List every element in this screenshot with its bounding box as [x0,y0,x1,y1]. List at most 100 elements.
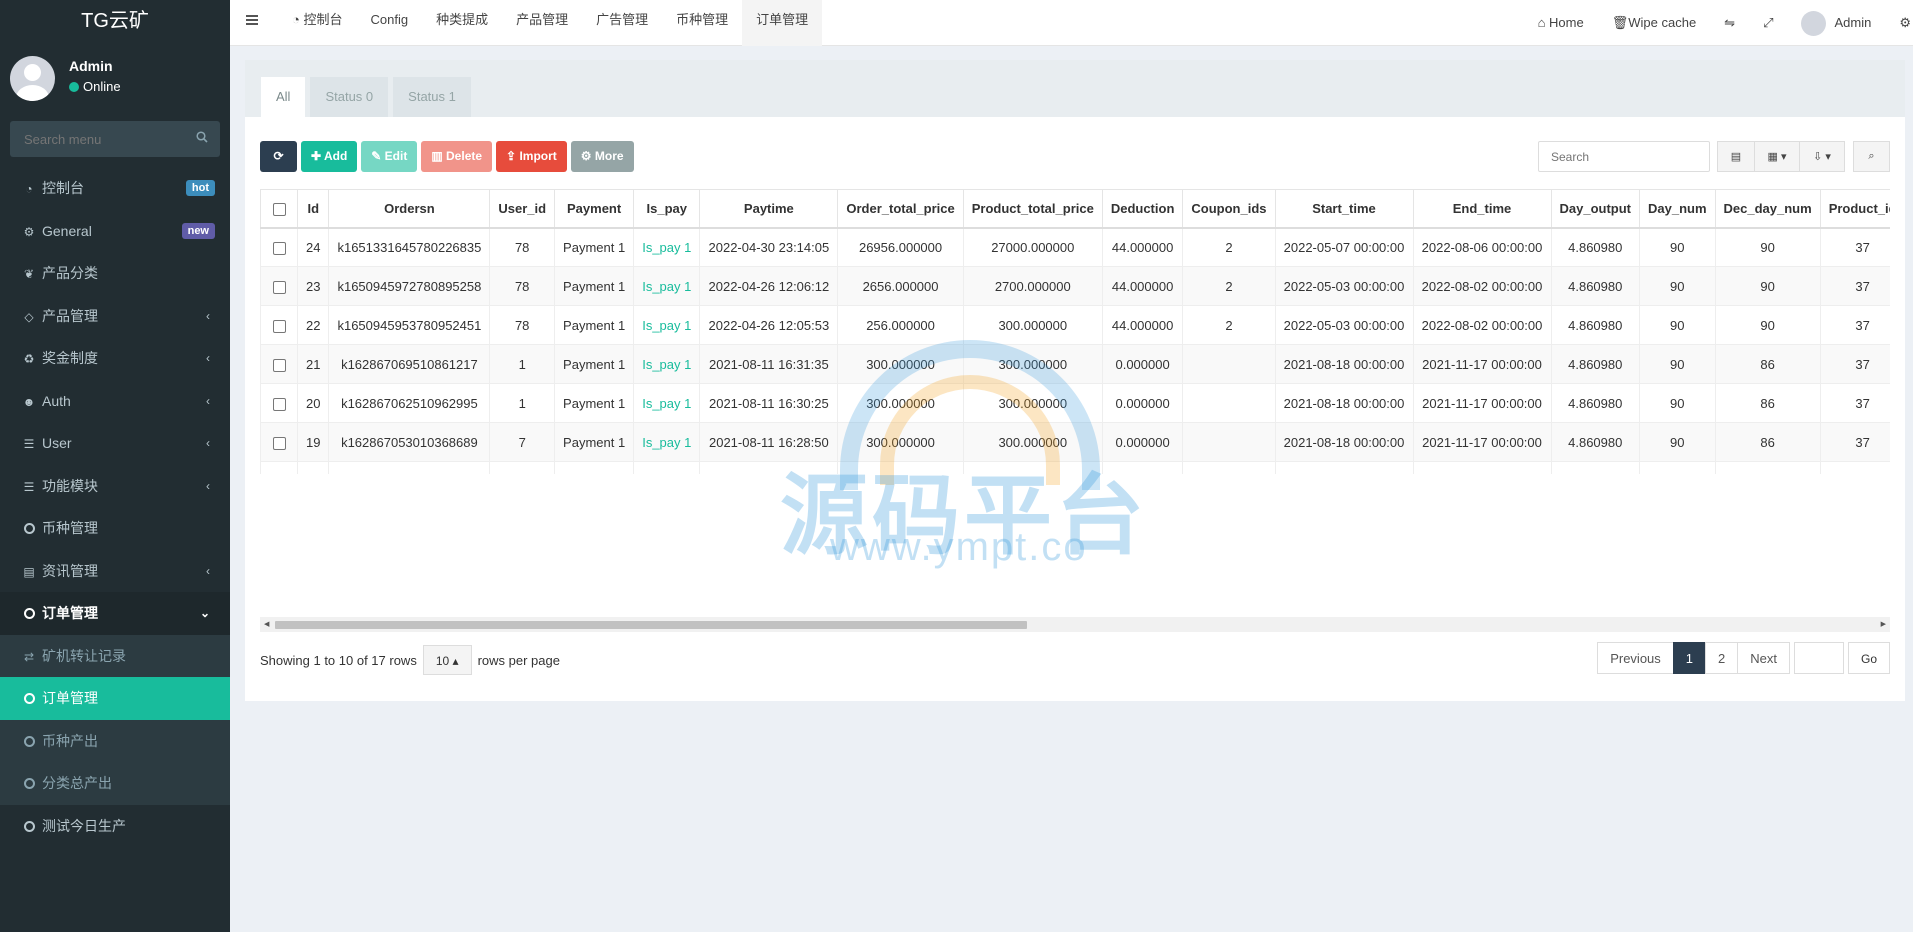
scroll-thumb[interactable] [275,621,1027,629]
page-2-button[interactable]: 2 [1705,642,1739,674]
tab-orders[interactable]: 订单管理 [742,0,823,46]
wipe-cache-button[interactable]: 🗑︎Wipe cache [1598,3,1710,43]
sidebar-item-modules[interactable]: ☰ 功能模块 ‹ [0,465,230,508]
table-row[interactable]: 18k1628670485102539777Payment 1Is_pay 12… [260,461,1890,474]
table-row[interactable]: 20 k162867062510962995 1 Payment 1 Is_pay 12… [260,383,1890,423]
tab-products[interactable]: 产品管理 [502,0,582,46]
refresh-button[interactable]: ⟳ [260,141,297,172]
table-cell: 20 [296,383,330,423]
tab-status-0[interactable]: Status 0 [310,77,389,117]
chevron-left-icon: ‹ [206,436,210,450]
sidebar-subitem-orders[interactable]: 订单管理 [0,677,230,720]
sidebar-item-orders[interactable]: 订单管理 ⌄ [0,592,230,635]
table-cell[interactable]: Is_pay 1 [633,227,701,267]
column-header[interactable]: End_time [1412,189,1552,229]
table-search-input[interactable] [1538,141,1710,172]
horizontal-scrollbar[interactable]: ◀ ▶ [260,617,1890,632]
row-checkbox[interactable] [272,397,286,411]
column-header[interactable]: User_id [489,189,556,229]
table-row[interactable]: 21 k162867069510861217 1 Payment 1 Is_pay 12… [260,344,1890,384]
select-all-checkbox[interactable] [272,202,286,216]
sidebar-item-test-production[interactable]: 测试今日生产 [0,805,230,848]
column-header[interactable]: Day_output [1550,189,1640,229]
sidebar-subitem-currency-output[interactable]: 币种产出 [0,719,230,762]
sidebar-item-product-manage[interactable]: ◇ 产品管理 ‹ [0,295,230,338]
chevron-left-icon: ‹ [206,308,210,323]
user-status: Online [69,79,121,94]
row-checkbox[interactable] [272,436,286,450]
tab-ads[interactable]: 广告管理 [582,0,662,46]
table-cell[interactable]: Is_pay 1 [633,266,701,306]
sidebar-search-input[interactable] [10,121,180,157]
sidebar-item-news[interactable]: ▤ 资讯管理 ‹ [0,550,230,593]
table-cell[interactable]: Is_pay 1 [633,422,701,462]
delete-button[interactable]: ▥ Delete [421,141,493,172]
page-1-button[interactable]: 1 [1672,642,1707,674]
tab-all[interactable]: All [261,77,306,117]
add-button[interactable]: ✚ Add [301,141,358,172]
scroll-left-icon[interactable]: ◀ [264,620,269,628]
table-row[interactable]: 24 k1651331645780226835 78 Payment 1 Is_pay … [260,227,1890,267]
row-checkbox[interactable] [272,280,286,294]
import-button[interactable]: ⇪ Import [496,141,567,172]
table-cell: 90 [1639,344,1716,384]
menu-toggle-icon[interactable] [246,15,258,25]
column-header[interactable]: Ordersn [328,189,491,229]
column-header[interactable]: Start_time [1274,189,1414,229]
table-row[interactable]: 22 k1650945953780952451 78 Payment 1 Is_pay … [260,305,1890,345]
edit-button[interactable]: ✎ Edit [361,141,418,172]
table-row[interactable]: 23 k1650945972780895258 78 Payment 1 Is_pay … [260,266,1890,306]
row-checkbox[interactable] [272,358,286,372]
more-button[interactable]: ⚙ More [570,141,634,172]
settings-icon[interactable]: ⚙ [1885,3,1913,43]
language-icon[interactable]: ⇋ [1710,3,1749,43]
column-header[interactable]: Day_num [1639,189,1716,229]
sidebar-item-currency[interactable]: 币种管理 [0,507,230,550]
previous-page-button[interactable]: Previous [1597,642,1674,674]
column-header[interactable]: Deduction [1101,189,1184,229]
table-cell[interactable]: Is_pay 1 [633,461,701,474]
column-header[interactable]: Id [296,189,330,229]
tab-dashboard[interactable]: ◔ 控制台 [278,0,356,46]
page-jump-input[interactable] [1793,642,1844,674]
next-page-button[interactable]: Next [1737,642,1790,674]
column-header[interactable]: Payment [554,189,635,229]
column-header[interactable]: Is_pay [633,189,701,229]
tab-config[interactable]: Config [356,0,422,46]
column-header[interactable]: Order_total_price [837,189,964,229]
search-icon[interactable] [196,131,208,143]
go-button[interactable]: Go [1847,642,1890,674]
table-row[interactable]: 19 k162867053010368689 7 Payment 1 Is_pay 12… [260,422,1890,462]
column-header[interactable]: Dec_day_num [1714,189,1821,229]
page-size-dropdown[interactable]: 10 ▴ [422,645,472,675]
scroll-right-icon[interactable]: ▶ [1881,620,1886,628]
toggle-view-button[interactable]: ▤ [1717,141,1755,172]
sidebar-item-dashboard[interactable]: ◔ 控制台 hot [0,167,230,210]
fullscreen-icon[interactable]: ⤢ [1749,3,1787,43]
home-link[interactable]: ⌂ Home [1524,3,1598,43]
sidebar-item-product-category[interactable]: ❦ 产品分类 [0,252,230,295]
table-cell[interactable]: Is_pay 1 [633,383,701,423]
columns-button[interactable]: ▦ ▾ [1754,141,1800,172]
sidebar-item-auth[interactable]: ☻ Auth ‹ [0,380,230,423]
sidebar-item-general[interactable]: ⚙ General new [0,210,230,253]
app-logo[interactable]: TG云矿 [0,0,230,46]
row-checkbox[interactable] [272,241,286,255]
sidebar-item-user[interactable]: ☰ User ‹ [0,422,230,465]
row-checkbox[interactable] [272,319,286,333]
export-button[interactable]: ⇩ ▾ [1799,141,1845,172]
column-header[interactable]: Coupon_ids [1182,189,1276,229]
table-cell[interactable]: Is_pay 1 [633,344,701,384]
tab-commission[interactable]: 种类提成 [422,0,502,46]
tab-status-1[interactable]: Status 1 [393,77,471,117]
admin-menu[interactable]: Admin [1787,3,1885,43]
column-header[interactable]: Product_id [1819,189,1890,229]
column-header[interactable]: Paytime [699,189,839,229]
table-cell[interactable]: Is_pay 1 [633,305,701,345]
sidebar-subitem-transfer[interactable]: ⇄ 矿机转让记录 [0,634,230,677]
column-header[interactable]: Product_total_price [962,189,1103,229]
sidebar-subitem-category-output[interactable]: 分类总产出 [0,762,230,805]
advanced-search-button[interactable]: ⌕ [1853,141,1890,172]
sidebar-item-bonus[interactable]: ♻ 奖金制度 ‹ [0,337,230,380]
tab-currency[interactable]: 币种管理 [662,0,742,46]
